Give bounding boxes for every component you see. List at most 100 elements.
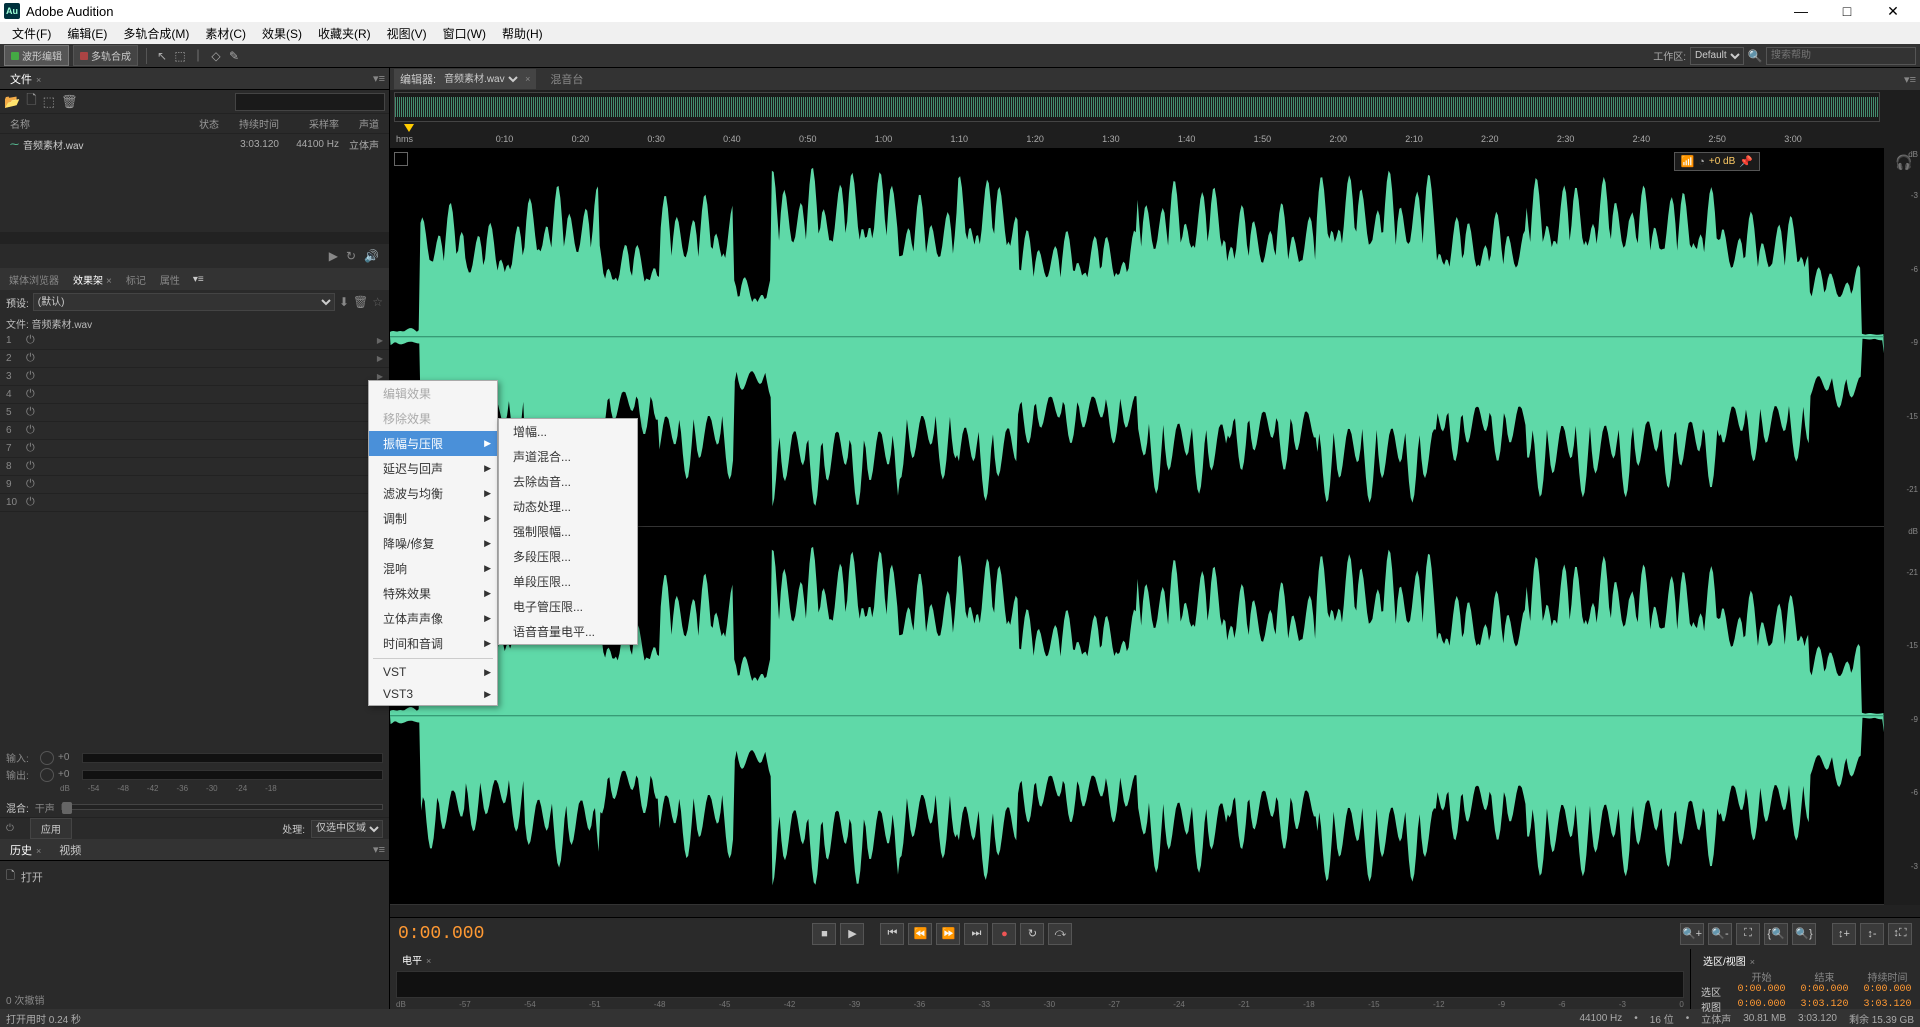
forward-button[interactable]: ⏩ — [936, 923, 960, 945]
col-channels[interactable]: 声道 — [339, 116, 379, 131]
panel-menu-icon[interactable]: ▾≡ — [373, 72, 385, 85]
menu-help[interactable]: 帮助(H) — [494, 22, 551, 44]
output-knob[interactable] — [40, 768, 54, 782]
search-help-input[interactable] — [1766, 47, 1916, 65]
hud-knob-icon[interactable]: ◔ — [1698, 156, 1705, 168]
file-row[interactable]: ⁓ 音频素材.wav 3:03.120 44100 Hz 立体声 — [0, 134, 389, 154]
horizontal-scrollbar[interactable] — [390, 905, 1920, 917]
stop-button[interactable]: ■ — [812, 923, 836, 945]
menu-edit[interactable]: 编辑(E) — [59, 22, 115, 44]
context-menu-item[interactable]: 单段压限... — [499, 569, 637, 594]
context-menu-item[interactable]: 电子管压限... — [499, 594, 637, 619]
view-duration[interactable]: 3:03.120 — [1861, 999, 1914, 1014]
tab-markers[interactable]: 标记 — [121, 270, 151, 289]
headphone-icon[interactable]: 🎧 — [1894, 152, 1914, 172]
autoplay-icon[interactable]: 🔊 — [364, 249, 379, 263]
import-icon[interactable]: ⬚ — [43, 94, 55, 110]
loop-button[interactable]: ↻ — [1020, 923, 1044, 945]
tab-editor[interactable]: 编辑器: 音频素材.wav × — [394, 69, 536, 89]
power-icon[interactable]: ⏻ — [26, 496, 35, 509]
process-select[interactable]: 仅选中区域 — [311, 820, 383, 838]
panel-menu-icon[interactable]: ▾≡ — [373, 843, 385, 856]
col-duration[interactable]: 持续时间 — [219, 116, 279, 131]
sel-start[interactable]: 0:00.000 — [1735, 984, 1788, 999]
skip-button[interactable]: ⤼ — [1048, 923, 1072, 945]
menu-view[interactable]: 视图(V) — [379, 22, 435, 44]
menu-file[interactable]: 文件(F) — [4, 22, 59, 44]
close-icon[interactable]: × — [1750, 957, 1755, 967]
mode-multitrack-button[interactable]: 多轨合成 — [73, 45, 138, 66]
playhead-marker[interactable] — [404, 124, 414, 132]
timeline-ruler[interactable]: hms 0:100:200:300:400:501:001:101:201:30… — [390, 124, 1880, 148]
power-toggle-icon[interactable]: ⏻ — [6, 823, 14, 834]
slot-arrow-icon[interactable]: ▶ — [377, 354, 383, 363]
mode-waveform-button[interactable]: 波形编辑 — [4, 45, 69, 66]
go-start-button[interactable]: ⏮ — [880, 923, 904, 945]
mix-slider[interactable] — [61, 804, 383, 810]
col-status[interactable]: 状态 — [159, 116, 219, 131]
folder-open-icon[interactable]: 📂 — [4, 94, 20, 110]
zoom-sel-out-icon[interactable]: 🔍} — [1792, 923, 1816, 945]
zoom-v-in-icon[interactable]: ↕+ — [1832, 923, 1856, 945]
context-menu-item[interactable]: 立体声声像▶ — [369, 606, 497, 631]
context-menu-item[interactable]: VST3▶ — [369, 683, 497, 705]
rewind-button[interactable]: ⏪ — [908, 923, 932, 945]
context-menu-item[interactable]: 滤波与均衡▶ — [369, 481, 497, 506]
delete-preset-icon[interactable]: 🗑 — [353, 295, 368, 309]
trash-icon[interactable]: 🗑 — [61, 94, 78, 110]
timecode-display[interactable]: 0:00.000 — [398, 924, 484, 944]
tool-move-icon[interactable]: ↖ — [155, 49, 169, 63]
context-menu-item[interactable]: 强制限幅... — [499, 519, 637, 544]
rack-slot[interactable]: 6⏻▶ — [0, 422, 389, 440]
power-icon[interactable]: ⏻ — [26, 388, 35, 401]
close-icon[interactable]: × — [525, 74, 530, 84]
col-rate[interactable]: 采样率 — [279, 116, 339, 131]
rack-slot[interactable]: 5⏻▶ — [0, 404, 389, 422]
overview-waveform[interactable] — [394, 92, 1880, 122]
zoom-v-fit-icon[interactable]: ↕⛶ — [1888, 923, 1912, 945]
rack-slot[interactable]: 10⏻▶ — [0, 494, 389, 512]
play-button[interactable]: ▶ — [840, 923, 864, 945]
rack-slot[interactable]: 9⏻▶ — [0, 476, 389, 494]
rack-slot[interactable]: 1⏻▶ — [0, 332, 389, 350]
sel-end[interactable]: 0:00.000 — [1798, 984, 1851, 999]
context-menu-item[interactable]: 振幅与压限▶ — [369, 431, 497, 456]
context-menu-item[interactable]: 混响▶ — [369, 556, 497, 581]
channel-options-icon[interactable] — [394, 152, 408, 166]
input-knob[interactable] — [40, 751, 54, 765]
favorite-icon[interactable]: ☆ — [372, 295, 383, 309]
rack-slot[interactable]: 4⏻▶ — [0, 386, 389, 404]
tool-brush-icon[interactable]: ✎ — [227, 49, 241, 63]
tab-effects-rack[interactable]: 效果架× — [68, 270, 117, 289]
col-name[interactable]: 名称 — [10, 116, 159, 131]
record-button[interactable]: ● — [992, 923, 1016, 945]
view-start[interactable]: 0:00.000 — [1735, 999, 1788, 1014]
rack-slot[interactable]: 3⏻▶ — [0, 368, 389, 386]
close-icon[interactable]: × — [36, 75, 41, 85]
context-menu-item[interactable]: 时间和音调▶ — [369, 631, 497, 656]
hud-vol-icon[interactable]: 📶 — [1681, 155, 1695, 168]
context-menu-item[interactable]: 多段压限... — [499, 544, 637, 569]
loop-icon[interactable]: ↻ — [346, 249, 356, 263]
go-end-button[interactable]: ⏭ — [964, 923, 988, 945]
tab-levels[interactable]: 电平× — [396, 950, 437, 969]
power-icon[interactable]: ⏻ — [26, 424, 35, 437]
context-menu-item[interactable]: 语音音量电平... — [499, 619, 637, 644]
apply-button[interactable]: 应用 — [30, 818, 72, 839]
sel-duration[interactable]: 0:00.000 — [1861, 984, 1914, 999]
power-icon[interactable]: ⏻ — [26, 352, 35, 365]
panel-menu-icon[interactable]: ▾≡ — [1904, 73, 1916, 86]
zoom-sel-in-icon[interactable]: {🔍 — [1764, 923, 1788, 945]
tool-time-icon[interactable]: ｜ — [191, 49, 205, 63]
power-icon[interactable]: ⏻ — [26, 460, 35, 473]
panel-menu-icon[interactable]: ▾≡ — [193, 274, 204, 285]
rack-slot[interactable]: 8⏻▶ — [0, 458, 389, 476]
tab-media-browser[interactable]: 媒体浏览器 — [4, 270, 64, 289]
window-close-button[interactable]: ✕ — [1870, 0, 1916, 22]
power-icon[interactable]: ⏻ — [26, 442, 35, 455]
context-menu-item[interactable]: 动态处理... — [499, 494, 637, 519]
menu-effects[interactable]: 效果(S) — [254, 22, 310, 44]
context-menu-item[interactable]: 延迟与回声▶ — [369, 456, 497, 481]
tool-select-icon[interactable]: ⬚ — [173, 49, 187, 63]
history-item[interactable]: 🗋 打开 — [6, 865, 383, 888]
